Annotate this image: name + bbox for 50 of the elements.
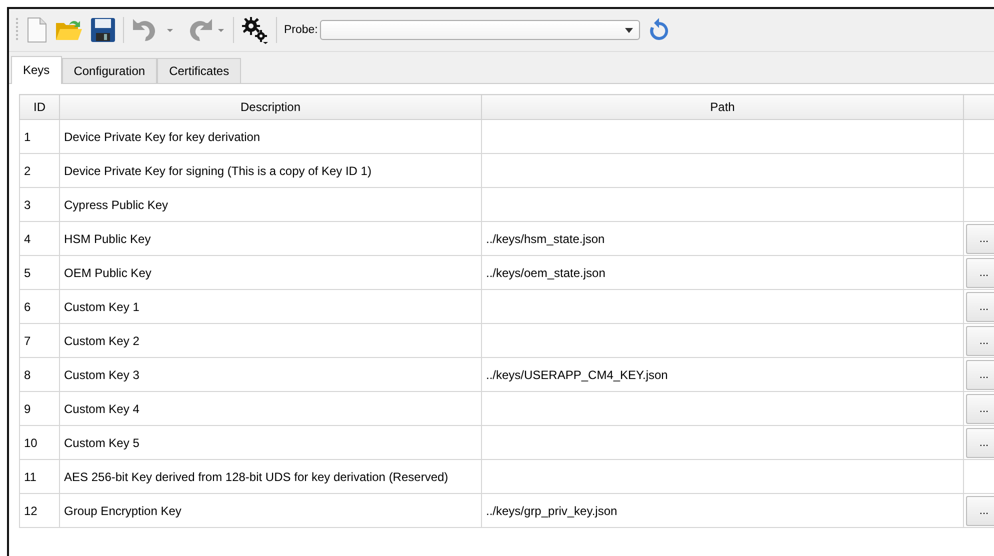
undo-icon[interactable] xyxy=(131,17,175,43)
open-folder-icon[interactable] xyxy=(55,18,83,42)
browse-button[interactable]: ... xyxy=(966,326,994,356)
table-cell: Custom Key 1 xyxy=(60,290,482,324)
new-file-icon[interactable] xyxy=(26,17,48,43)
table-cell: 1 xyxy=(20,120,60,154)
table-cell: 9 xyxy=(20,392,60,426)
table-cell: 11 xyxy=(20,460,60,494)
table-cell: 3 xyxy=(20,188,60,222)
browse-button[interactable]: ... xyxy=(966,258,994,288)
table-cell: Cypress Public Key xyxy=(60,188,482,222)
table-cell: 10 xyxy=(20,426,60,460)
browse-button[interactable]: ... xyxy=(966,292,994,322)
browse-button[interactable]: ... xyxy=(966,394,994,424)
column-header: Path xyxy=(482,94,964,120)
probe-label: Probe: xyxy=(284,24,318,36)
table-cell: Custom Key 3 xyxy=(60,358,482,392)
save-icon[interactable] xyxy=(90,17,116,43)
gears-icon[interactable] xyxy=(241,16,269,44)
column-header: Description xyxy=(60,94,482,120)
table-cell: 12 xyxy=(20,494,60,528)
table-cell: AES 256-bit Key derived from 128-bit UDS for key derivation (Reserved) xyxy=(60,460,482,494)
browse-button[interactable]: ... xyxy=(966,360,994,390)
table-cell: Device Private Key for signing (This is a copy of Key ID 1) xyxy=(60,154,482,188)
browse-button[interactable]: ... xyxy=(966,496,994,526)
table-cell: ../keys/oem_state.json xyxy=(482,256,964,290)
table-cell: Group Encryption Key xyxy=(60,494,482,528)
browse-button[interactable]: ... xyxy=(966,224,994,254)
table-cell: Custom Key 5 xyxy=(60,426,482,460)
browse-button[interactable]: ... xyxy=(966,428,994,458)
table-cell: 4 xyxy=(20,222,60,256)
table-cell: Device Private Key for key derivation xyxy=(60,120,482,154)
table-cell: OEM Public Key xyxy=(60,256,482,290)
column-header: ID xyxy=(20,94,60,120)
table-cell: ../keys/USERAPP_CM4_KEY.json xyxy=(482,358,964,392)
tab[interactable]: Certificates xyxy=(157,58,242,83)
table-cell: 5 xyxy=(20,256,60,290)
table-cell: Custom Key 4 xyxy=(60,392,482,426)
table-cell: 2 xyxy=(20,154,60,188)
table-cell: ../keys/hsm_state.json xyxy=(482,222,964,256)
tab[interactable]: Keys xyxy=(11,56,62,84)
dropdown-arrow-icon xyxy=(624,28,633,32)
table-cell: ../keys/grp_priv_key.json xyxy=(482,494,964,528)
table-cell: HSM Public Key xyxy=(60,222,482,256)
table-cell: 6 xyxy=(20,290,60,324)
table-cell: Custom Key 2 xyxy=(60,324,482,358)
tab[interactable]: Configuration xyxy=(62,58,158,83)
table-cell: 7 xyxy=(20,324,60,358)
probe-dropdown[interactable] xyxy=(320,20,640,40)
table-cell: 8 xyxy=(20,358,60,392)
